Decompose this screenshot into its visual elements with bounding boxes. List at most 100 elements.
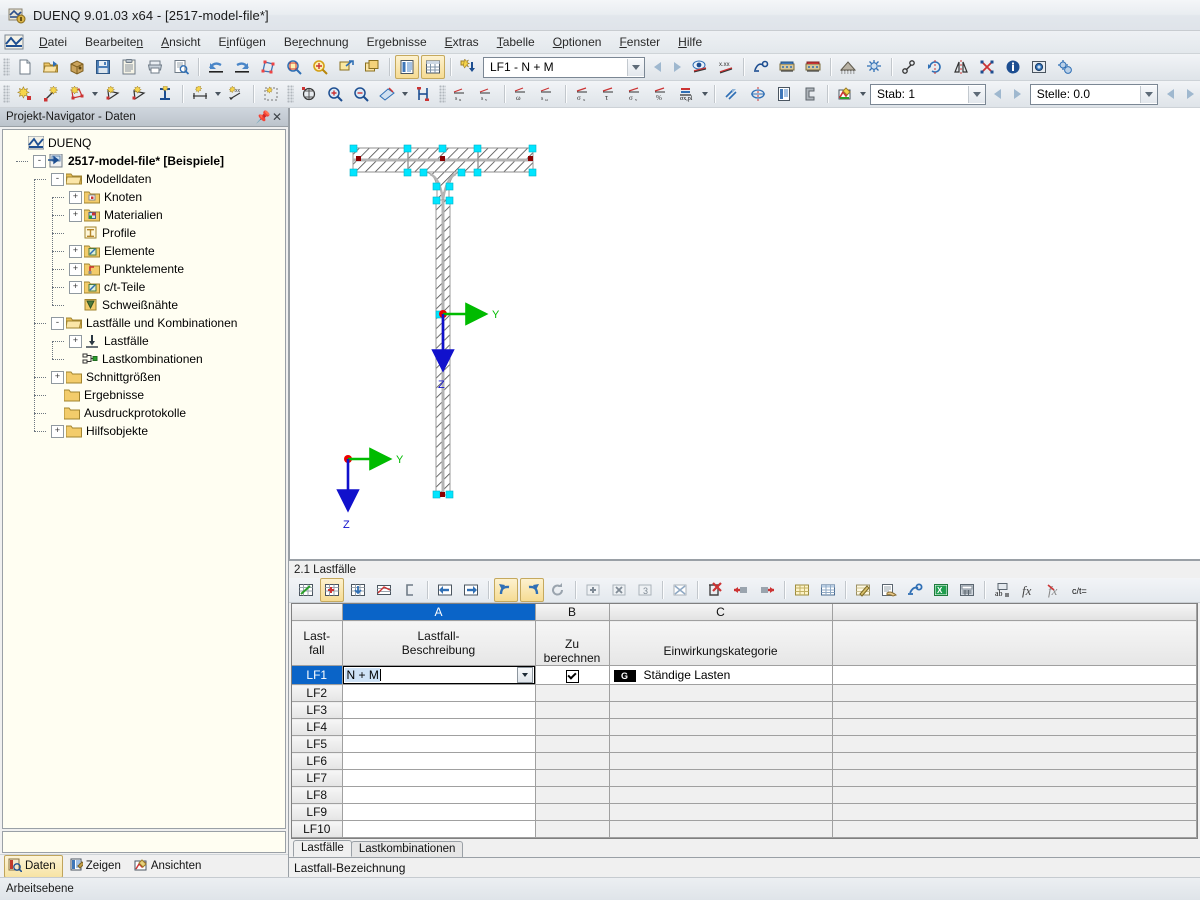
mirror-icon[interactable] [949, 55, 973, 79]
member-selector[interactable]: Stab: 1 [870, 83, 986, 105]
cell-description[interactable] [342, 769, 536, 787]
mesh-settings-icon[interactable] [862, 55, 886, 79]
pan-icon[interactable] [375, 82, 399, 106]
new-polygon-icon[interactable] [65, 82, 89, 106]
pin-icon[interactable]: 📌 [256, 110, 271, 124]
tree-item-profile[interactable]: Profile [7, 224, 285, 242]
print-preview-icon[interactable] [169, 55, 193, 79]
menu-datei[interactable]: Datei [30, 33, 76, 51]
collapse-icon[interactable]: - [33, 154, 46, 168]
excel-export-icon[interactable]: X [929, 578, 953, 602]
cell-zu-berechnen[interactable] [535, 820, 610, 838]
new-table-icon[interactable] [294, 578, 318, 602]
expand-icon[interactable]: + [69, 280, 82, 294]
zoom-region-icon[interactable] [334, 55, 358, 79]
table-row[interactable]: LF7 [292, 769, 1197, 787]
rotate-icon[interactable] [923, 55, 947, 79]
render-view-icon[interactable] [688, 55, 712, 79]
function-del-icon[interactable]: fx [1042, 578, 1066, 602]
toolbar-grip[interactable] [287, 85, 294, 103]
move-right-icon[interactable] [459, 578, 483, 602]
chevron-down-icon[interactable] [1140, 85, 1157, 103]
tau-icon[interactable]: τ [597, 82, 621, 106]
cell-description[interactable] [342, 752, 536, 770]
tree-item-duenq[interactable]: DUENQ [7, 134, 285, 152]
tree-item-c-t-teile[interactable]: + c/t-Teile [7, 278, 285, 296]
show-panel-icon[interactable] [395, 55, 419, 79]
photo-icon[interactable] [1027, 55, 1051, 79]
move-left-icon[interactable] [433, 578, 457, 602]
open-folder-icon[interactable] [39, 55, 63, 79]
cell-zu-berechnen[interactable] [535, 665, 610, 685]
zoom-window-icon[interactable] [282, 55, 306, 79]
add-icon[interactable] [581, 578, 605, 602]
cell-einwirkungskategorie[interactable] [609, 701, 833, 719]
bracket-icon[interactable] [398, 578, 422, 602]
settings-gear-icon[interactable] [1053, 55, 1077, 79]
render-solid-icon[interactable] [297, 82, 321, 106]
nav-tab-ansichten[interactable]: Ansichten [130, 855, 209, 878]
tree-item-hilfsobjekte[interactable]: + Hilfsobjekte [7, 422, 285, 440]
row-header-lf8[interactable]: LF8 [292, 786, 343, 804]
cell-description[interactable]: N + M [342, 665, 536, 685]
open-package-icon[interactable] [65, 55, 89, 79]
cell-description[interactable] [342, 820, 536, 838]
new-node-icon[interactable] [13, 82, 37, 106]
cell-extra[interactable] [832, 752, 1197, 770]
chevron-down-icon[interactable] [967, 85, 985, 103]
zoom-out-icon[interactable] [349, 82, 373, 106]
sigma-xpl-icon[interactable]: σx,pl [675, 82, 699, 106]
slice-icon[interactable] [720, 82, 744, 106]
sigma-v-icon[interactable]: sv [475, 82, 499, 106]
measure-icon[interactable] [749, 55, 773, 79]
dimension-icon[interactable] [188, 82, 212, 106]
chevron-down-icon[interactable] [90, 83, 100, 105]
cell-einwirkungskategorie[interactable] [609, 820, 833, 838]
row-header-lf10[interactable]: LF10 [292, 820, 343, 838]
tab-lastkombinationen[interactable]: Lastkombinationen [350, 841, 464, 857]
cell-einwirkungskategorie[interactable] [609, 752, 833, 770]
s-omega-icon[interactable]: sω [536, 82, 560, 106]
delete-row-icon[interactable] [607, 578, 631, 602]
tree-item-2517-model-file-beispiele[interactable]: - 2517-model-file* [Beispiele] [7, 152, 285, 170]
nav-tab-daten[interactable]: Daten [4, 854, 63, 878]
cell-einwirkungskategorie[interactable] [609, 718, 833, 736]
undo-icon[interactable] [204, 55, 228, 79]
load-case-selector[interactable]: LF1 - N + M [483, 56, 645, 78]
chevron-down-icon[interactable] [400, 83, 410, 105]
function-icon[interactable]: fx [1016, 578, 1040, 602]
new-surface-icon[interactable] [127, 82, 151, 106]
tree-item-lastf-lle-und-kombinationen[interactable]: - Lastfälle und Kombinationen [7, 314, 285, 332]
calculator-icon[interactable] [955, 578, 979, 602]
menu-tabelle[interactable]: Tabelle [488, 33, 544, 51]
save-all-icon[interactable] [117, 55, 141, 79]
collapse-icon[interactable]: - [51, 172, 64, 186]
redo-icon[interactable] [230, 55, 254, 79]
tree-item-ausdruckprotokolle[interactable]: Ausdruckprotokolle [7, 404, 285, 422]
table-row[interactable]: LF10 [292, 820, 1197, 838]
cell-einwirkungskategorie[interactable] [609, 684, 833, 702]
row-header-lf4[interactable]: LF4 [292, 718, 343, 736]
row-header-lf9[interactable]: LF9 [292, 803, 343, 821]
cell-extra[interactable] [832, 803, 1197, 821]
cell-description[interactable] [342, 718, 536, 736]
rename-icon[interactable]: ab [990, 578, 1014, 602]
table-row[interactable]: LF9 [292, 803, 1197, 821]
expand-icon[interactable]: + [69, 244, 82, 258]
row-header-lf3[interactable]: LF3 [292, 701, 343, 719]
cell-description[interactable] [342, 701, 536, 719]
support-display-icon[interactable] [775, 55, 799, 79]
row-header-lf7[interactable]: LF7 [292, 769, 343, 787]
table-row[interactable]: LF3 [292, 701, 1197, 719]
delete-all-icon[interactable] [703, 578, 727, 602]
info-icon[interactable] [1001, 55, 1025, 79]
collapse-icon[interactable]: - [51, 316, 64, 330]
toolbar-grip[interactable] [3, 85, 10, 103]
prev-member-arrow[interactable] [988, 83, 1008, 105]
cell-einwirkungskategorie[interactable] [609, 803, 833, 821]
selection-frame-icon[interactable] [259, 82, 283, 106]
row-header-lf1[interactable]: LF1 [292, 665, 343, 685]
menu-extras[interactable]: Extras [436, 33, 488, 51]
next-loadcase-arrow[interactable] [667, 56, 687, 78]
new-profile-icon[interactable] [153, 82, 177, 106]
